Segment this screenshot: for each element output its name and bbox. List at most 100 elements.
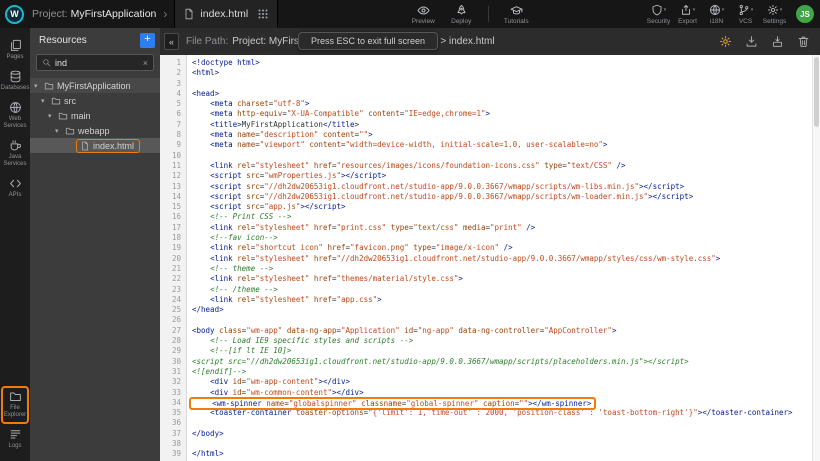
code-line[interactable]: <link rel="stylesheet" href="themes/mate… [192,274,812,284]
editor-scrollbar[interactable] [812,55,820,461]
code-line[interactable]: <!-- /theme --> [192,285,812,295]
collapse-panel-button[interactable]: « [164,33,179,50]
editor-settings-button[interactable] [719,35,732,48]
settings-button[interactable]: ▾Settings [760,4,789,25]
code-line[interactable]: <![endif]--> [192,367,812,377]
avatar[interactable]: JS [796,5,814,23]
code-line[interactable]: <title>MyFirstApplication</title> [192,120,812,130]
code-line[interactable]: <meta http-equiv="X-UA-Compatible" conte… [192,109,812,119]
code-line[interactable]: <script src="//dh2dw20653ig1.cloudfront.… [192,182,812,192]
sidebar-item-apis[interactable]: APIs [1,173,29,204]
code-line[interactable] [192,315,812,325]
delete-button[interactable] [797,35,810,48]
tutorials-button[interactable]: Tutorials [499,4,533,25]
grid-menu-icon[interactable] [257,8,269,20]
line-number: 23 [160,285,181,295]
tab-index-html[interactable]: index.html [174,0,278,28]
deploy-label: Deploy [451,18,471,25]
code-line[interactable]: <!--fav icon--> [192,233,812,243]
sidebar-item-java-services[interactable]: Java Services [1,135,29,173]
i18n-label: i18N [710,18,723,25]
code-line[interactable]: <!--[if lt IE 10]> [192,346,812,356]
code-line[interactable]: <head> [192,89,812,99]
topbar-right-actions: ▾Security▾Export▾i18N▾VCS▾Settings [644,4,789,25]
code-editor[interactable]: 1234567891011121314151617181920212223242… [160,55,820,461]
line-number: 28 [160,336,181,346]
clear-search-icon[interactable]: × [143,58,148,68]
export-button[interactable]: ▾Export [673,4,702,25]
sidebar-item-pages[interactable]: Pages [1,35,29,66]
tab-label: index.html [200,8,248,20]
code-line[interactable]: <!-- Print CSS --> [192,212,812,222]
vcs-icon-row: ▾ [738,4,754,17]
sidebar-item-logs[interactable]: Logs [1,424,29,455]
line-number: 32 [160,377,181,387]
download-button[interactable] [745,35,758,48]
caret-down-icon[interactable]: ▾ [48,112,55,120]
code-line[interactable] [192,79,812,89]
code-line[interactable]: <link rel="shortcut icon" href="favicon.… [192,243,812,253]
code-line[interactable]: <script src="app.js"></script> [192,202,812,212]
line-number: 34 [160,398,181,408]
code-line[interactable]: <meta name="viewport" content="width=dev… [192,140,812,150]
caret-down-icon[interactable]: ▾ [41,97,48,105]
divider [488,6,489,22]
code-line[interactable]: <meta name="description" content=""> [192,130,812,140]
code-line[interactable]: <script src="wmProperties.js"></script> [192,171,812,181]
code-line[interactable]: <div id="wm-app-content"></div> [192,377,812,387]
add-resource-button[interactable]: + [140,33,155,48]
code-line[interactable]: <link rel="stylesheet" href="app.css"> [192,295,812,305]
code-line[interactable]: <script src="//dh2dw20653ig1.cloudfront.… [192,192,812,202]
scrollbar-thumb[interactable] [814,57,819,127]
code-line[interactable]: </html> [192,449,812,459]
tree-item-index.html[interactable]: index.html [30,138,160,153]
code-line[interactable]: <!doctype html> [192,58,812,68]
tree-item-main[interactable]: ▾main [30,108,160,123]
code-line[interactable] [192,439,812,449]
code-lines[interactable]: <!doctype html><html> <head> <meta charse… [187,55,812,461]
tree-item-MyFirstApplication[interactable]: ▾MyFirstApplication [30,78,160,93]
caret-down-icon[interactable]: ▾ [34,82,41,90]
code-line[interactable]: <script src="//dh2dw20653ig1.cloudfront.… [192,357,812,367]
code-line[interactable]: <link rel="stylesheet" href="//dh2dw2065… [192,254,812,264]
line-number: 14 [160,192,181,202]
tree-item-webapp[interactable]: ▾webapp [30,123,160,138]
security-icon-row: ▾ [651,4,667,17]
tree-item-src[interactable]: ▾src [30,93,160,108]
code-line[interactable]: </body> [192,429,812,439]
code-line[interactable]: <link rel="stylesheet" href="resources/i… [192,161,812,171]
i18n-button[interactable]: ▾i18N [702,4,731,25]
logo-letter: W [10,9,19,19]
deploy-button[interactable]: Deploy [444,4,478,25]
code-line[interactable]: <!-- Load IE9 specific styles and script… [192,336,812,346]
caret-down-icon[interactable]: ▾ [55,127,62,135]
code-line[interactable]: <body class="wm-app" data-ng-app="Applic… [192,326,812,336]
code-line[interactable]: <link rel="stylesheet" href="print.css" … [192,223,812,233]
line-number: 33 [160,388,181,398]
wavemaker-logo-icon[interactable]: W [5,5,24,24]
sidebar-item-databases[interactable]: Databases [1,66,29,97]
code-line[interactable] [192,418,812,428]
code-line[interactable] [192,151,812,161]
security-button[interactable]: ▾Security [644,4,673,25]
vcs-label: VCS [739,18,752,25]
databases-label: Databases [1,85,30,92]
vcs-button[interactable]: ▾VCS [731,4,760,25]
code-line[interactable]: <wm-spinner name="globalspinner" classna… [192,398,812,408]
sidebar-item-file-explorer[interactable]: File Explorer [1,386,29,424]
chevron-right-icon: › [163,7,167,21]
folder-icon [9,390,22,403]
shield-icon [651,4,663,16]
project-title[interactable]: Project:MyFirstApplication [32,8,156,20]
code-line[interactable]: </head> [192,305,812,315]
preview-button[interactable]: Preview [406,4,440,25]
code-line[interactable]: <!-- theme --> [192,264,812,274]
import-button[interactable] [771,35,784,48]
search-input[interactable]: ind [55,58,139,68]
resources-header: Resources + [30,28,160,52]
code-line[interactable]: <meta charset="utf-8"> [192,99,812,109]
resources-search[interactable]: ind × [36,54,154,71]
code-line[interactable]: <html> [192,68,812,78]
line-number: 27 [160,326,181,336]
sidebar-item-web-services[interactable]: Web Services [1,97,29,135]
